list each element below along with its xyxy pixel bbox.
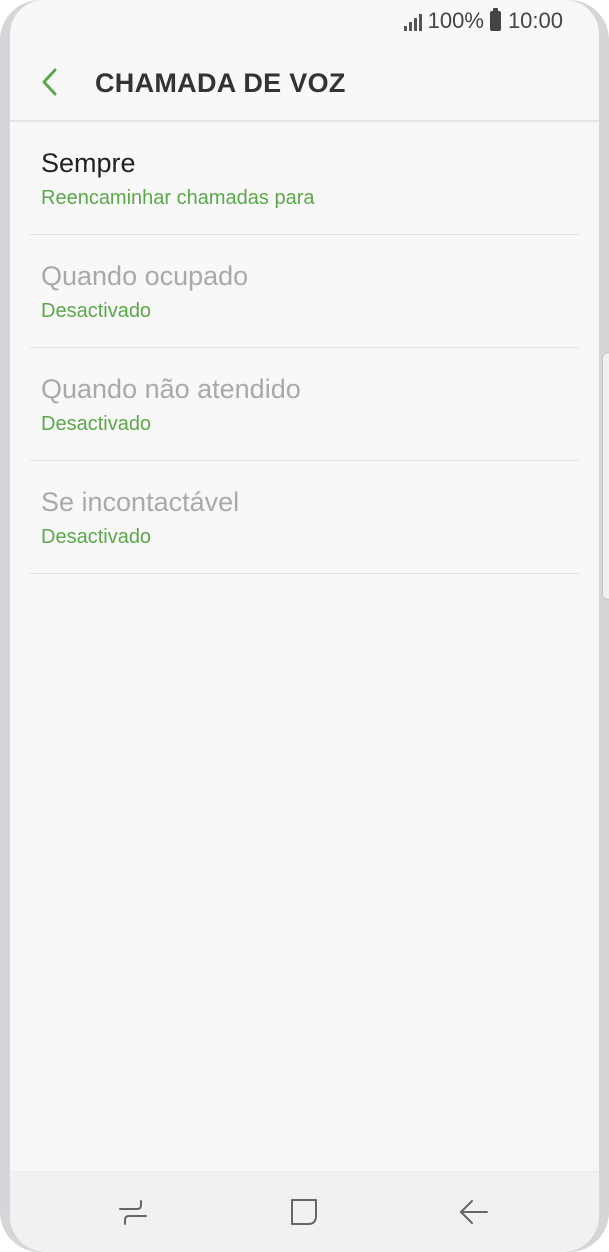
battery-percentage: 100% xyxy=(427,8,484,33)
list-item-title: Quando ocupado xyxy=(41,261,249,291)
navigation-bar xyxy=(10,1171,599,1252)
chevron-left-icon xyxy=(42,68,57,96)
signal-icon xyxy=(403,11,422,31)
app-bar: CHAMADA DE VOZ xyxy=(10,44,599,122)
recent-apps-button[interactable] xyxy=(105,1184,161,1240)
forwarding-options-list: Sempre Reencaminhar chamadas para Quando… xyxy=(30,122,579,574)
list-item-subtitle: Desactivado xyxy=(41,413,152,435)
battery-icon xyxy=(489,8,501,31)
device-frame: 100% 10:00 CHAMADA DE VOZ Sempre Reencam… xyxy=(0,0,609,1252)
back-button[interactable] xyxy=(30,62,70,102)
list-item-title: Quando não atendido xyxy=(41,374,301,404)
home-icon xyxy=(291,1199,317,1225)
list-item-subtitle: Desactivado xyxy=(41,526,152,548)
page-title: CHAMADA DE VOZ xyxy=(95,68,346,98)
status-bar: 100% 10:00 xyxy=(10,0,599,44)
screen: 100% 10:00 CHAMADA DE VOZ Sempre Reencam… xyxy=(10,0,599,1252)
list-item-subtitle: Reencaminhar chamadas para xyxy=(41,187,315,209)
list-item-when-busy[interactable]: Quando ocupado Desactivado xyxy=(30,235,579,348)
list-item-title: Sempre xyxy=(41,148,136,178)
clock: 10:00 xyxy=(507,8,563,33)
list-item-subtitle: Desactivado xyxy=(41,300,152,322)
list-item-title: Se incontactável xyxy=(41,487,240,517)
recent-apps-icon xyxy=(119,1200,147,1225)
list-item-when-unanswered[interactable]: Quando não atendido Desactivado xyxy=(30,348,579,461)
side-edge xyxy=(602,352,609,600)
home-button[interactable] xyxy=(276,1184,332,1240)
status-indicators: 100% 10:00 xyxy=(403,8,563,34)
back-icon xyxy=(460,1200,488,1224)
list-item-always[interactable]: Sempre Reencaminhar chamadas para xyxy=(30,122,579,235)
nav-back-button[interactable] xyxy=(446,1184,502,1240)
list-item-unreachable[interactable]: Se incontactável Desactivado xyxy=(30,461,579,574)
